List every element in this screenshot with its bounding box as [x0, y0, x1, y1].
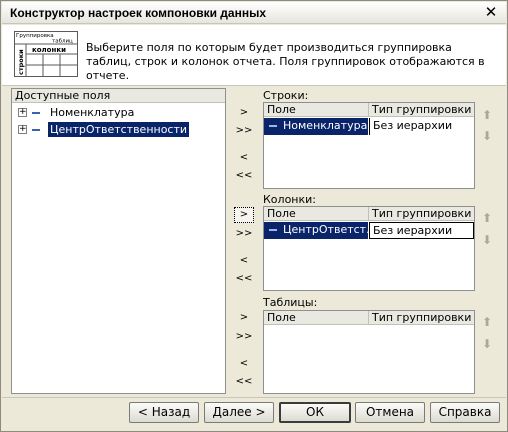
tables-label: Таблицы:: [263, 296, 318, 309]
title-bar: Конструктор настроек компоновки данных ✕: [2, 2, 506, 24]
field-icon: [269, 229, 277, 231]
type-cell[interactable]: Без иерархии: [369, 118, 474, 135]
expand-icon[interactable]: +: [18, 108, 27, 117]
columns-move-down-icon[interactable]: ⬇: [480, 232, 494, 248]
dialog-window: Конструктор настроек компоновки данных ✕…: [0, 0, 508, 432]
rows-move-up-icon[interactable]: ⬆: [480, 107, 494, 123]
table-row[interactable]: Номенклатура Без иерархии: [264, 118, 474, 135]
rows-grid[interactable]: Поле Тип группировки Номенклатура Без ие…: [263, 102, 475, 189]
field-cell[interactable]: ЦентрОтветст...: [264, 222, 368, 239]
tables-add-button[interactable]: >: [234, 310, 254, 326]
tables-add-all-button[interactable]: >>: [234, 329, 254, 345]
columns-remove-button[interactable]: <: [234, 253, 254, 269]
field-icon: [32, 112, 40, 114]
rows-add-all-button[interactable]: >>: [234, 123, 254, 139]
rows-remove-all-button[interactable]: <<: [234, 168, 254, 184]
svg-text:таблиц: таблиц: [52, 39, 73, 45]
header-separator: [2, 85, 506, 86]
col-field-header[interactable]: Поле: [264, 311, 369, 325]
type-cell[interactable]: Без иерархии: [369, 222, 474, 239]
svg-text:Группировка: Группировка: [16, 33, 54, 39]
columns-add-all-button[interactable]: >>: [234, 226, 254, 242]
window-title: Конструктор настроек компоновки данных: [10, 6, 267, 20]
tree-item-label: ЦентрОтветственности: [48, 122, 190, 137]
back-button[interactable]: < Назад: [129, 402, 199, 423]
table-row[interactable]: ЦентрОтветст... Без иерархии: [264, 222, 474, 239]
tables-move-up-icon[interactable]: ⬆: [480, 314, 494, 330]
col-type-header[interactable]: Тип группировки: [369, 311, 474, 325]
help-button[interactable]: Справка: [430, 402, 500, 423]
tables-move-down-icon[interactable]: ⬇: [480, 336, 494, 352]
header-description: Выберите поля по которым будет производи…: [86, 41, 485, 82]
grouping-table-icon: Группировка таблиц колонки строки: [14, 31, 78, 77]
columns-add-button[interactable]: >: [234, 207, 254, 223]
columns-remove-all-button[interactable]: <<: [234, 271, 254, 287]
field-cell[interactable]: Номенклатура: [264, 118, 368, 135]
columns-grid[interactable]: Поле Тип группировки ЦентрОтветст... Без…: [263, 206, 475, 291]
header-area: Группировка таблиц колонки строки Выбери…: [2, 25, 506, 85]
rows-remove-button[interactable]: <: [234, 150, 254, 166]
close-icon[interactable]: ✕: [482, 4, 500, 22]
button-bar: < Назад Далее > ОК Отмена Справка: [2, 397, 506, 431]
tables-remove-all-button[interactable]: <<: [234, 374, 254, 390]
svg-text:колонки: колонки: [32, 46, 66, 54]
columns-move-up-icon[interactable]: ⬆: [480, 210, 494, 226]
svg-text:строки: строки: [17, 49, 25, 75]
col-field-header[interactable]: Поле: [264, 207, 369, 221]
columns-label: Колонки:: [263, 193, 316, 206]
tables-remove-button[interactable]: <: [234, 356, 254, 372]
field-icon: [269, 125, 277, 127]
rows-add-button[interactable]: >: [234, 105, 254, 121]
available-fields-tree[interactable]: Доступные поля + Номенклатура + ЦентрОтв…: [11, 88, 226, 394]
next-button[interactable]: Далее >: [204, 402, 274, 423]
columns-grid-header: Поле Тип группировки: [264, 207, 474, 221]
tables-grid[interactable]: Поле Тип группировки: [263, 310, 475, 394]
rows-grid-header: Поле Тип группировки: [264, 103, 474, 117]
ok-button[interactable]: ОК: [279, 402, 351, 423]
tables-grid-header: Поле Тип группировки: [264, 311, 474, 325]
field-icon: [32, 129, 40, 131]
col-field-header[interactable]: Поле: [264, 103, 369, 117]
col-type-header[interactable]: Тип группировки: [369, 207, 474, 221]
available-fields-header: Доступные поля: [12, 89, 225, 103]
rows-label: Строки:: [263, 89, 309, 102]
rows-move-down-icon[interactable]: ⬇: [480, 128, 494, 144]
expand-icon[interactable]: +: [18, 125, 27, 134]
col-type-header[interactable]: Тип группировки: [369, 103, 474, 117]
tree-item-label: Номенклатура: [50, 106, 135, 119]
cancel-button[interactable]: Отмена: [355, 402, 425, 423]
